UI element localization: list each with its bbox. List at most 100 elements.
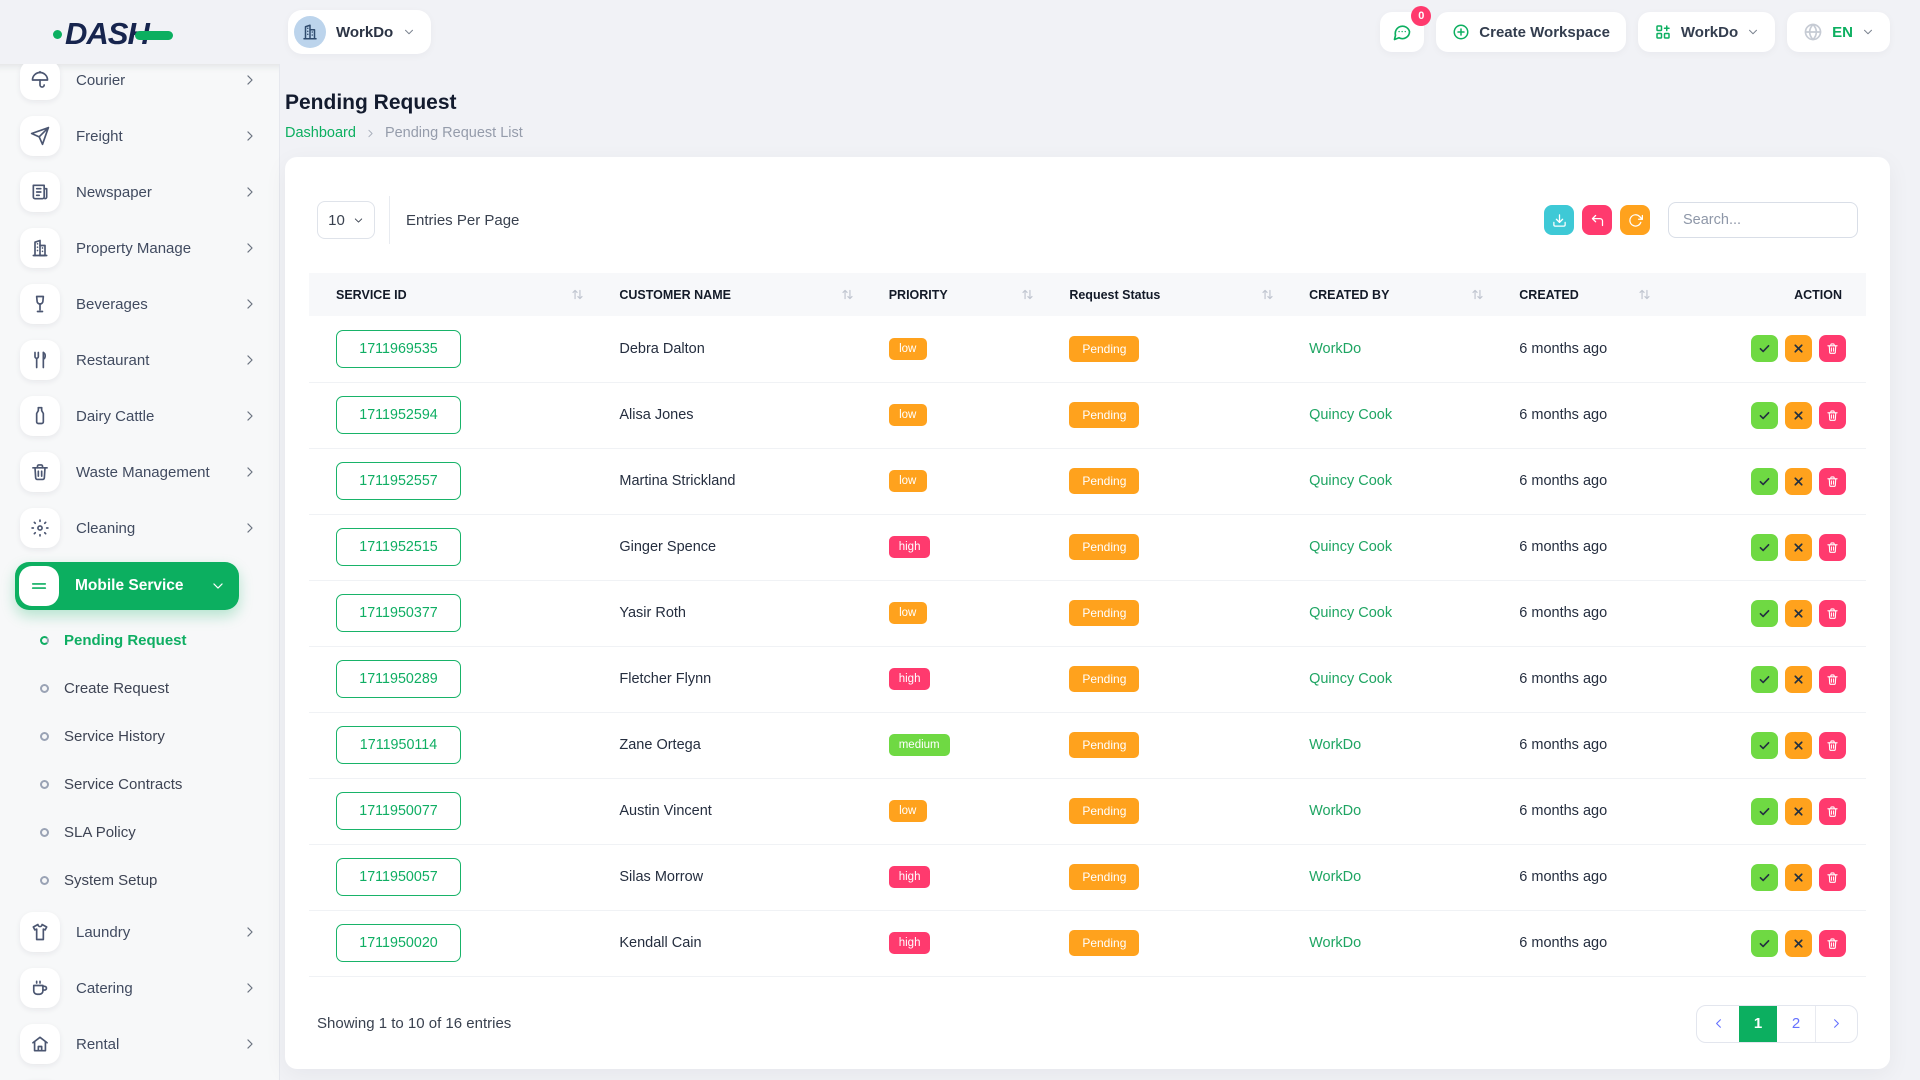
sort-icon[interactable] [1021,288,1034,301]
delete-button[interactable] [1819,335,1846,362]
sidebar-subitem-sla-policy[interactable]: SLA Policy [0,808,279,856]
sidebar-item-rental[interactable]: Rental [0,1016,279,1072]
sidebar-item-laundry[interactable]: Laundry [0,904,279,960]
created-by-link[interactable]: WorkDo [1309,737,1361,753]
reject-button[interactable] [1785,798,1812,825]
delete-button[interactable] [1819,402,1846,429]
breadcrumb-current: Pending Request List [385,125,523,141]
approve-button[interactable] [1751,402,1778,429]
page-button-1[interactable]: 1 [1739,1006,1777,1042]
column-header-service-id[interactable]: SERVICE ID [309,273,592,316]
delete-button[interactable] [1819,468,1846,495]
sidebar-subitem-create-request[interactable]: Create Request [0,664,279,712]
export-button[interactable] [1544,205,1574,235]
sidebar-item-catering[interactable]: Catering [0,960,279,1016]
reject-button[interactable] [1785,335,1812,362]
sidebar-item-mobile-service[interactable]: Mobile Service [15,562,239,610]
service-id-button[interactable]: 1711950020 [336,924,461,962]
sidebar-subitem-system-setup[interactable]: System Setup [0,856,279,904]
created-by-link[interactable]: WorkDo [1309,341,1361,357]
search-input[interactable] [1668,202,1858,238]
app-logo[interactable]: DASH [53,16,173,52]
sidebar-item-beverages[interactable]: Beverages [0,276,279,332]
main-content: Pending Request Dashboard Pending Reques… [280,64,1920,1080]
reject-button[interactable] [1785,666,1812,693]
delete-button[interactable] [1819,864,1846,891]
sort-icon[interactable] [571,288,584,301]
reset-button[interactable] [1582,205,1612,235]
service-id-button[interactable]: 1711950289 [336,660,461,698]
sort-icon[interactable] [1261,288,1274,301]
service-id-button[interactable]: 1711950377 [336,594,461,632]
sidebar-item-dairy-cattle[interactable]: Dairy Cattle [0,388,279,444]
delete-button[interactable] [1819,534,1846,561]
created-by-link[interactable]: Quincy Cook [1309,605,1392,621]
messages-button[interactable]: 0 [1380,12,1424,52]
delete-button[interactable] [1819,798,1846,825]
sidebar-item-partial[interactable] [0,1072,279,1080]
approve-button[interactable] [1751,335,1778,362]
service-id-button[interactable]: 1711950077 [336,792,461,830]
sort-icon[interactable] [1471,288,1484,301]
sidebar-subitem-pending-request[interactable]: Pending Request [0,616,279,664]
created-by-link[interactable]: Quincy Cook [1309,671,1392,687]
service-id-button[interactable]: 1711950057 [336,858,461,896]
sidebar-item-waste-management[interactable]: Waste Management [0,444,279,500]
column-header-created-by[interactable]: CREATED BY [1282,273,1492,316]
sidebar-item-courier[interactable]: Courier [0,64,279,108]
reject-button[interactable] [1785,864,1812,891]
reject-button[interactable] [1785,468,1812,495]
sidebar-item-restaurant[interactable]: Restaurant [0,332,279,388]
created-by-link[interactable]: Quincy Cook [1309,473,1392,489]
service-id-button[interactable]: 1711952515 [336,528,461,566]
refresh-button[interactable] [1620,205,1650,235]
reject-button[interactable] [1785,732,1812,759]
approve-button[interactable] [1751,732,1778,759]
sidebar-item-newspaper[interactable]: Newspaper [0,164,279,220]
delete-button[interactable] [1819,666,1846,693]
delete-button[interactable] [1819,930,1846,957]
sidebar-subitem-service-contracts[interactable]: Service Contracts [0,760,279,808]
previous-page-button[interactable] [1697,1006,1739,1042]
created-by-link[interactable]: WorkDo [1309,935,1361,951]
approve-button[interactable] [1751,864,1778,891]
sidebar-item-cleaning[interactable]: Cleaning [0,500,279,556]
reject-button[interactable] [1785,534,1812,561]
created-by-link[interactable]: WorkDo [1309,869,1361,885]
sort-icon[interactable] [841,288,854,301]
approve-button[interactable] [1751,798,1778,825]
service-id-button[interactable]: 1711950114 [336,726,461,764]
approve-button[interactable] [1751,600,1778,627]
approve-button[interactable] [1751,468,1778,495]
breadcrumb-dashboard-link[interactable]: Dashboard [285,125,356,141]
created-by-link[interactable]: Quincy Cook [1309,407,1392,423]
column-header-customer-name[interactable]: CUSTOMER NAME [592,273,861,316]
sort-icon[interactable] [1638,288,1651,301]
column-header-created[interactable]: CREATED [1492,273,1659,316]
delete-button[interactable] [1819,732,1846,759]
next-page-button[interactable] [1815,1006,1857,1042]
column-header-request-status[interactable]: Request Status [1042,273,1282,316]
reject-button[interactable] [1785,930,1812,957]
created-by-link[interactable]: WorkDo [1309,803,1361,819]
service-id-button[interactable]: 1711969535 [336,330,461,368]
workspace-selector[interactable]: WorkDo [288,10,431,54]
created-by-link[interactable]: Quincy Cook [1309,539,1392,555]
sidebar-item-property-manage[interactable]: Property Manage [0,220,279,276]
sidebar-item-freight[interactable]: Freight [0,108,279,164]
reject-button[interactable] [1785,600,1812,627]
page-button-2[interactable]: 2 [1777,1006,1815,1042]
reject-button[interactable] [1785,402,1812,429]
service-id-button[interactable]: 1711952557 [336,462,461,500]
service-id-button[interactable]: 1711952594 [336,396,461,434]
column-header-priority[interactable]: PRIORITY [862,273,1043,316]
approve-button[interactable] [1751,666,1778,693]
sidebar-subitem-service-history[interactable]: Service History [0,712,279,760]
language-selector[interactable]: EN [1787,12,1890,52]
workdo-menu-button[interactable]: WorkDo [1638,12,1775,52]
delete-button[interactable] [1819,600,1846,627]
approve-button[interactable] [1751,534,1778,561]
create-workspace-button[interactable]: Create Workspace [1436,12,1626,52]
approve-button[interactable] [1751,930,1778,957]
entries-per-page-select[interactable]: 10 [317,201,375,239]
